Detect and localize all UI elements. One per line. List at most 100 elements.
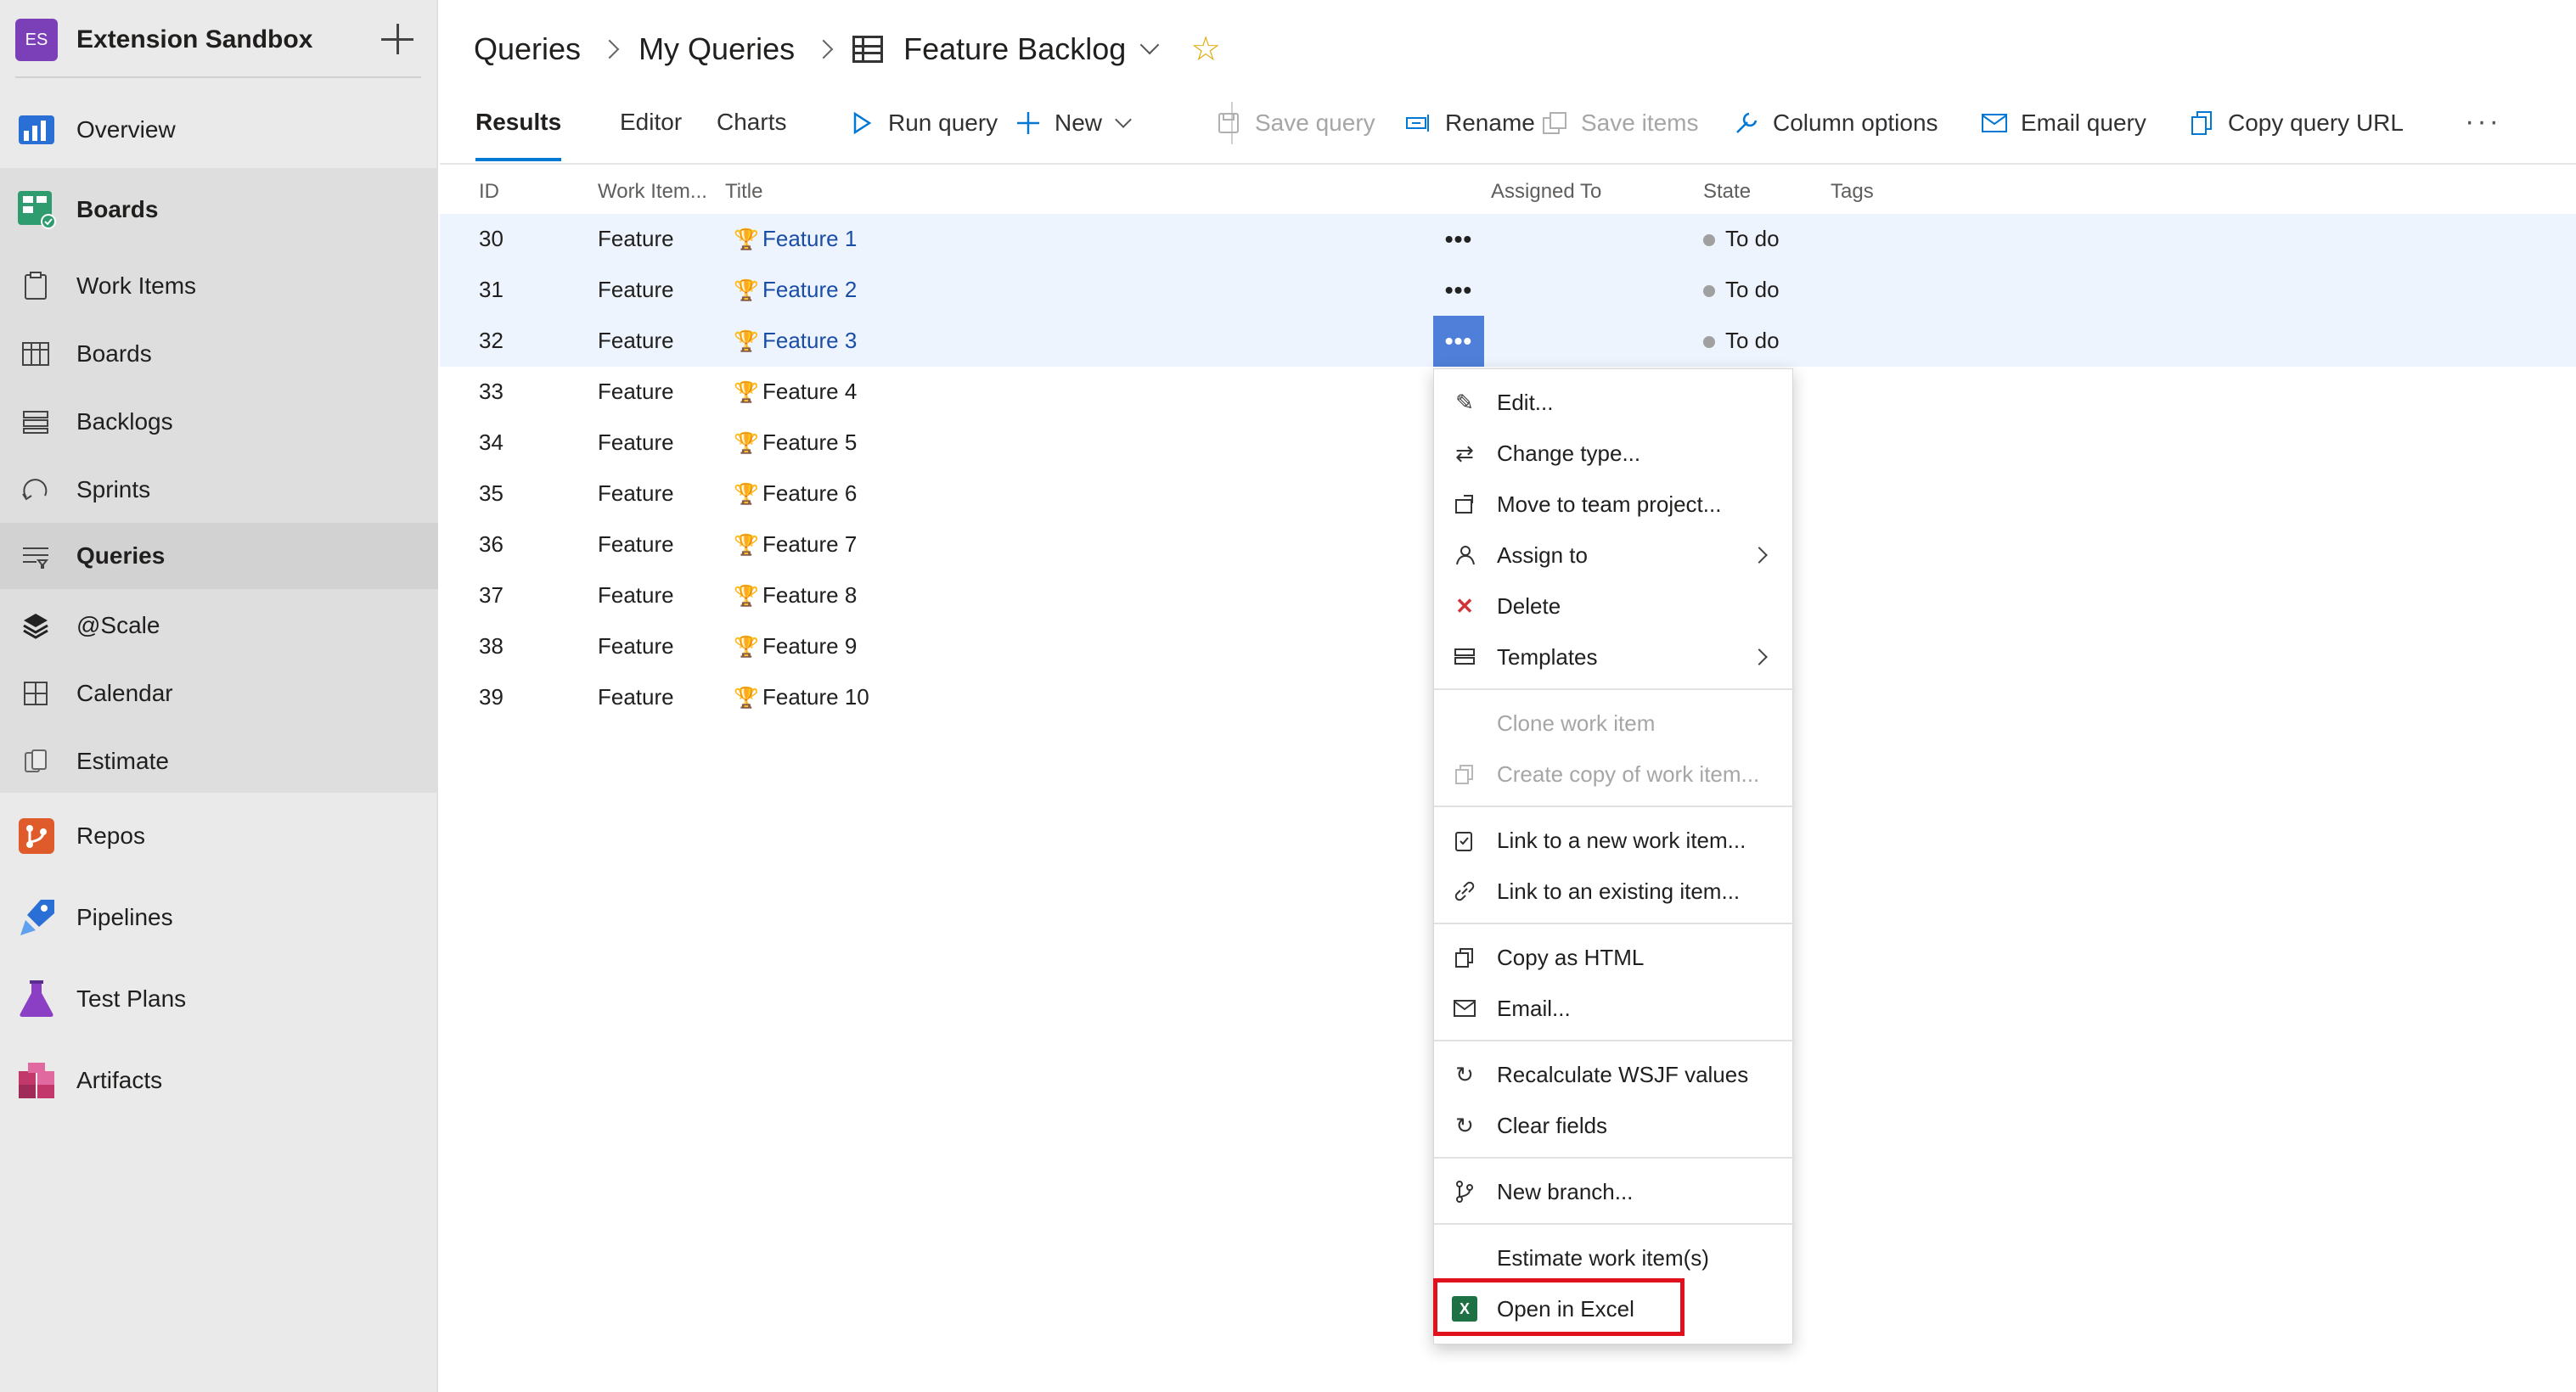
copy-query-url-button[interactable]: Copy query URL (2187, 109, 2404, 138)
cell-type: Feature (598, 531, 674, 557)
menu-item-link-new[interactable]: Link to a new work item... (1434, 816, 1794, 865)
cell-title[interactable]: Feature 5 (762, 429, 857, 455)
table-row[interactable]: 30 Feature 🏆 Feature 1 ••• To do (440, 214, 2576, 265)
email-query-button[interactable]: Email query (1980, 109, 2146, 138)
menu-item-create-copy[interactable]: Create copy of work item... (1434, 749, 1794, 799)
menu-item-clone-work-item[interactable]: Clone work item (1434, 699, 1794, 748)
copy-icon (1451, 761, 1478, 788)
menu-item-link-existing[interactable]: Link to an existing item... (1434, 867, 1794, 916)
breadcrumb-my-queries[interactable]: My Queries (638, 31, 795, 67)
menu-item-label: Estimate work item(s) (1497, 1244, 1709, 1271)
menu-item-move-to-team-project[interactable]: Move to team project... (1434, 480, 1794, 529)
boards-hub-icon (15, 188, 58, 231)
table-row[interactable]: 32 Feature 🏆 Feature 3 ••• To do (440, 316, 2576, 367)
sidebar-item-estimate[interactable]: Estimate (0, 733, 438, 789)
menu-item-estimate[interactable]: Estimate work item(s) (1434, 1233, 1794, 1283)
chevron-right-icon (1751, 547, 1768, 564)
sidebar-item-queries[interactable]: Queries (0, 523, 438, 589)
sidebar-item-calendar[interactable]: Calendar (0, 665, 438, 721)
sidebar-item-scale[interactable]: @Scale (0, 598, 438, 654)
highlight-box (1433, 1278, 1685, 1336)
more-actions-icon[interactable]: ··· (2465, 105, 2501, 138)
cell-title-link[interactable]: Feature 2 (762, 277, 857, 302)
save-items-button[interactable]: Save items (1540, 109, 1699, 138)
column-header-id[interactable]: ID (479, 180, 499, 204)
repos-icon (15, 815, 58, 857)
menu-item-email[interactable]: Email... (1434, 984, 1794, 1033)
sidebar-item-artifacts[interactable]: Artifacts (0, 1052, 438, 1109)
cell-title[interactable]: Feature 6 (762, 480, 857, 506)
column-header-work-item-type[interactable]: Work Item... (598, 180, 707, 204)
sidebar-item-sprints[interactable]: Sprints (0, 462, 438, 518)
row-more-button[interactable]: ••• (1433, 265, 1484, 316)
add-icon[interactable] (379, 20, 416, 58)
row-more-button[interactable]: ••• (1433, 316, 1484, 367)
cell-title[interactable]: Feature 7 (762, 531, 857, 557)
sidebar-item-test-plans[interactable]: Test Plans (0, 971, 438, 1027)
sidebar-item-label: Test Plans (76, 985, 187, 1012)
sidebar-item-repos[interactable]: Repos (0, 808, 438, 864)
rename-button[interactable]: Rename (1404, 109, 1535, 138)
menu-item-delete[interactable]: ✕ Delete (1434, 581, 1794, 631)
column-options-button[interactable]: Column options (1732, 109, 1938, 138)
breadcrumb-queries[interactable]: Queries (474, 31, 581, 67)
sidebar-item-work-items[interactable]: Work Items (0, 258, 438, 314)
sidebar-item-label: Artifacts (76, 1067, 163, 1093)
sidebar-item-label: Estimate (76, 748, 169, 774)
sidebar-item-backlogs[interactable]: Backlogs (0, 394, 438, 450)
menu-item-copy-as-html[interactable]: Copy as HTML (1434, 933, 1794, 982)
move-icon (1451, 491, 1478, 518)
cell-title-link[interactable]: Feature 1 (762, 226, 857, 251)
column-header-title[interactable]: Title (725, 180, 762, 204)
menu-item-assign-to[interactable]: Assign to (1434, 530, 1794, 580)
trophy-icon: 🏆 (734, 279, 759, 302)
column-header-state[interactable]: State (1703, 180, 1751, 204)
cell-type: Feature (598, 480, 674, 506)
menu-item-label: Link to a new work item... (1497, 827, 1746, 853)
mail-icon (1980, 109, 2009, 138)
cell-title[interactable]: Feature 10 (762, 684, 869, 710)
chevron-down-icon[interactable] (1139, 35, 1160, 55)
organization-header[interactable]: ES Extension Sandbox (15, 15, 423, 65)
column-header-tags[interactable]: Tags (1831, 180, 1874, 204)
save-query-button[interactable]: Save query (1214, 109, 1375, 138)
menu-item-clear-fields[interactable]: ↻ Clear fields (1434, 1101, 1794, 1150)
cell-title[interactable]: Feature 8 (762, 582, 857, 608)
run-query-button[interactable]: Run query (847, 109, 998, 138)
queries-icon (19, 539, 53, 573)
table-row[interactable]: 31 Feature 🏆 Feature 2 ••• To do (440, 265, 2576, 316)
row-more-button[interactable]: ••• (1433, 214, 1484, 265)
sidebar-item-pipelines[interactable]: Pipelines (0, 890, 438, 946)
menu-item-change-type[interactable]: ⇄ Change type... (1434, 429, 1794, 478)
sidebar-item-boards-hub[interactable]: Boards (0, 182, 438, 238)
sidebar-item-overview[interactable]: Overview (0, 102, 438, 158)
column-header-assigned-to[interactable]: Assigned To (1491, 180, 1601, 204)
menu-item-edit[interactable]: ✎ Edit... (1434, 378, 1794, 427)
sidebar-item-label: Repos (76, 822, 145, 849)
cell-title[interactable]: Feature 9 (762, 633, 857, 659)
new-button[interactable]: New (1014, 109, 1132, 138)
state-dot-icon (1703, 336, 1715, 349)
menu-item-templates[interactable]: Templates (1434, 632, 1794, 682)
sidebar-item-label: Boards (76, 196, 159, 222)
favorite-star-icon[interactable]: ☆ (1190, 30, 1221, 69)
menu-separator (1434, 1223, 1794, 1225)
chevron-down-icon (1115, 111, 1132, 128)
cell-title[interactable]: Feature 4 (762, 379, 857, 404)
tab-charts[interactable]: Charts (717, 109, 786, 161)
menu-item-label: New branch... (1497, 1178, 1634, 1204)
tab-results[interactable]: Results (475, 109, 562, 161)
calendar-icon (19, 676, 53, 710)
sidebar-item-label: Work Items (76, 272, 197, 299)
cell-title-link[interactable]: Feature 3 (762, 328, 857, 353)
cell-type: Feature (598, 633, 674, 659)
sidebar-item-label: Queries (76, 542, 166, 569)
page-title[interactable]: Feature Backlog (903, 31, 1126, 67)
sidebar-item-boards[interactable]: Boards (0, 326, 438, 382)
cell-state: To do (1725, 328, 1780, 353)
refresh-icon: ↻ (1455, 1061, 1474, 1087)
breadcrumb: Queries My Queries Feature Backlog ☆ (474, 25, 1221, 73)
menu-item-new-branch[interactable]: New branch... (1434, 1167, 1794, 1216)
tab-editor[interactable]: Editor (620, 109, 682, 161)
menu-item-recalculate-wsjf[interactable]: ↻ Recalculate WSJF values (1434, 1050, 1794, 1099)
